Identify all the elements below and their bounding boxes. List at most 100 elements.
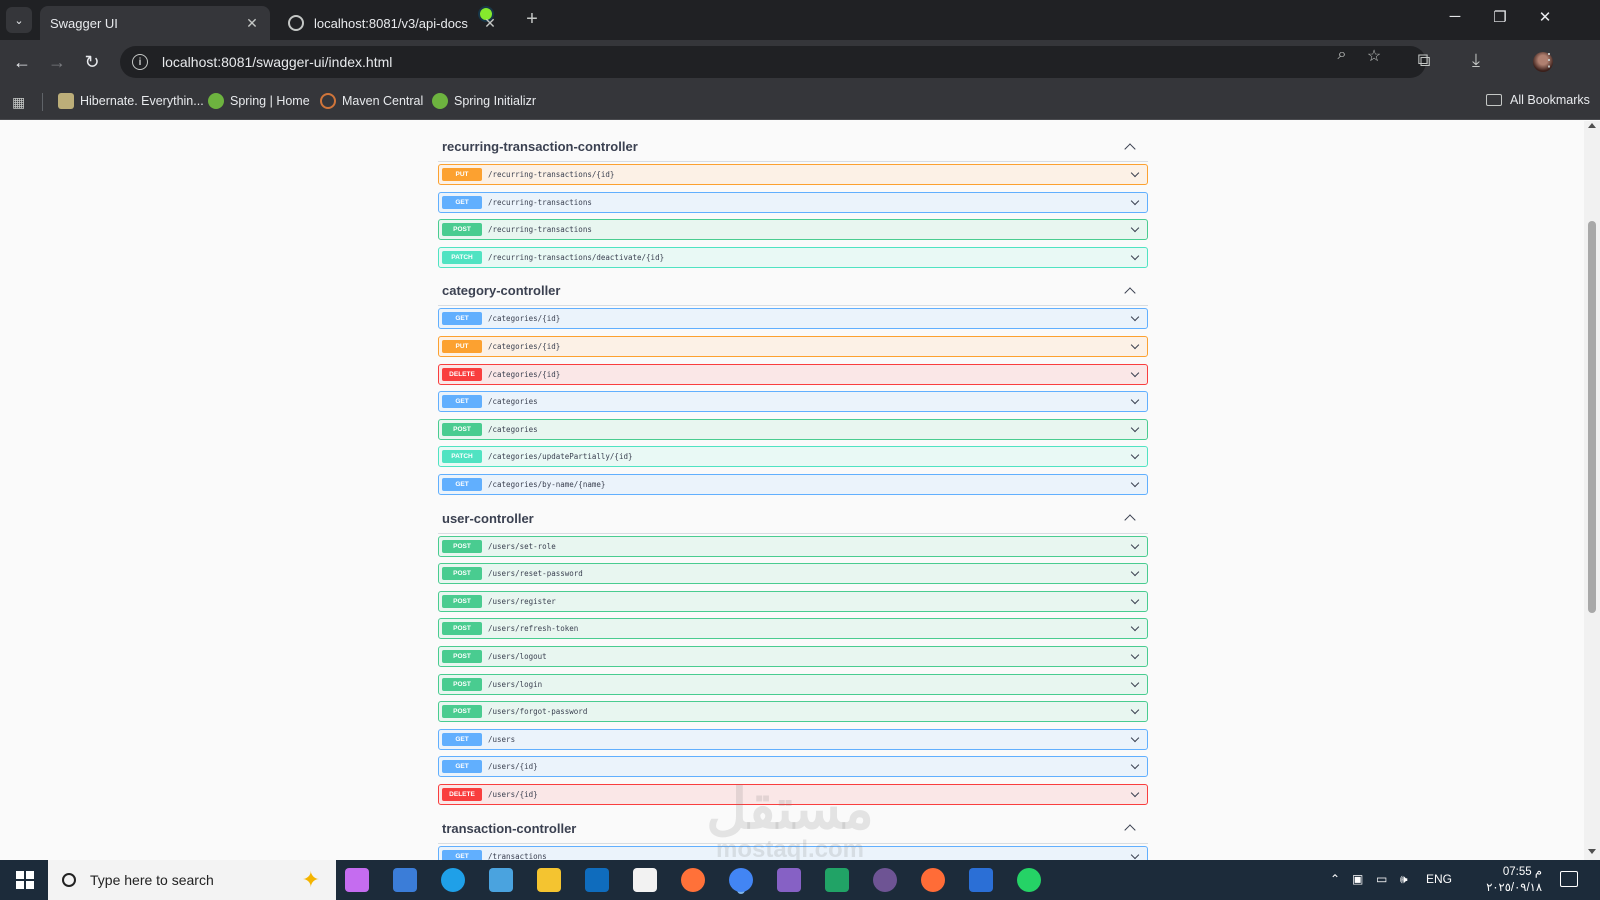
outlook-icon[interactable] [585, 868, 609, 892]
operation-row[interactable]: POST/users/set-role [438, 535, 1148, 557]
reload-icon[interactable]: ↻ [80, 50, 104, 74]
chrome-icon[interactable] [729, 868, 753, 892]
new-tab-button[interactable]: + [520, 8, 544, 32]
apps-grid-icon[interactable]: ▦ [12, 94, 25, 111]
chevron-down-icon[interactable] [1130, 196, 1140, 205]
chevron-down-icon[interactable] [1130, 168, 1140, 178]
chevron-down-icon[interactable] [1130, 850, 1140, 859]
operation-row[interactable]: POST/users/reset-password [438, 563, 1148, 585]
clock[interactable]: 07:55 م ٢٠٢٥/٠٩/١٨ [1470, 864, 1542, 896]
scroll-thumb[interactable] [1588, 221, 1596, 613]
close-window-icon[interactable]: ✕ [1530, 8, 1560, 26]
photos-icon[interactable] [489, 868, 513, 892]
back-icon[interactable]: ← [10, 50, 34, 74]
chevron-down-icon[interactable] [1130, 451, 1140, 460]
firefox-icon[interactable] [681, 868, 705, 892]
operation-row[interactable]: GET/categories/{id} [438, 308, 1148, 330]
operation-row[interactable]: PATCH/recurring-transactions/deactivate/… [438, 246, 1148, 268]
page-scrollbar[interactable] [1584, 121, 1600, 860]
forward-icon[interactable]: → [45, 50, 69, 74]
chevron-down-icon[interactable] [1130, 623, 1140, 632]
zoom-icon[interactable]: ⌕ [1332, 46, 1352, 64]
operation-row[interactable]: DELETE/categories/{id} [438, 363, 1148, 385]
extensions-icon[interactable]: ⧉ [1412, 50, 1436, 71]
operation-row[interactable]: POST/users/forgot-password [438, 701, 1148, 723]
explorer-icon[interactable] [537, 868, 561, 892]
download-icon[interactable]: ⤓ [1464, 50, 1488, 71]
chevron-down-icon[interactable] [1130, 313, 1140, 322]
bookmark-maven-central[interactable]: Maven Central [320, 93, 423, 109]
bookmark-hibernate[interactable]: Hibernate. Everythin... [58, 93, 204, 109]
restore-icon[interactable]: ❐ [1485, 8, 1515, 26]
tab-api-docs[interactable]: localhost:8081/v3/api-docs ✕ [278, 6, 508, 40]
chevron-down-icon[interactable] [1130, 395, 1140, 405]
bookmark-spring-initializr[interactable]: Spring Initializr [432, 93, 536, 109]
chevron-up-icon[interactable] [1124, 142, 1136, 155]
chevron-up-icon[interactable] [1124, 824, 1136, 836]
operation-row[interactable]: POST/users/login [438, 673, 1148, 695]
operation-row[interactable]: PUT/categories/{id} [438, 336, 1148, 357]
excel-icon[interactable] [825, 868, 849, 892]
tab-swagger-ui[interactable]: Swagger UI ✕ [40, 6, 494, 40]
chevron-down-icon[interactable] [1130, 761, 1140, 770]
tab-search-button[interactable]: ⌄ [6, 7, 32, 33]
show-hidden-icons-icon[interactable]: ⌃ [1330, 872, 1340, 886]
chevron-down-icon[interactable] [1130, 368, 1140, 377]
copilot-icon[interactable] [345, 868, 369, 892]
postman-icon[interactable] [921, 868, 945, 892]
operation-row[interactable]: GET/categories [438, 391, 1148, 413]
chevron-down-icon[interactable] [1130, 595, 1140, 605]
operation-row[interactable]: POST/users/register [438, 590, 1148, 612]
address-bar[interactable]: i localhost:8081/swagger-ui/index.html [120, 46, 1426, 78]
operation-row[interactable]: PUT/recurring-transactions/{id} [438, 164, 1148, 185]
operation-row[interactable]: GET/users [438, 728, 1148, 750]
chevron-down-icon[interactable] [1130, 340, 1140, 350]
chevron-down-icon[interactable] [1130, 678, 1140, 687]
scroll-down-icon[interactable] [1588, 849, 1596, 854]
edge-icon[interactable] [441, 868, 465, 892]
chevron-down-icon[interactable] [1130, 733, 1140, 743]
taskbar-search-box[interactable]: Type here to search ✦ [48, 860, 336, 900]
minimize-icon[interactable]: ─ [1440, 8, 1470, 25]
operation-row[interactable]: POST/users/logout [438, 646, 1148, 667]
whatsapp-icon[interactable] [1017, 868, 1041, 892]
menu-icon[interactable]: ⋮ [1537, 50, 1561, 71]
section-header[interactable]: category-controller [438, 276, 1148, 307]
scroll-up-icon[interactable] [1588, 123, 1596, 128]
chevron-up-icon[interactable] [1124, 287, 1136, 299]
operation-row[interactable]: POST/users/refresh-token [438, 618, 1148, 640]
visual-studio-icon[interactable] [777, 868, 801, 892]
notepad-icon[interactable] [633, 868, 657, 892]
volume-icon[interactable]: 🕪 [1400, 872, 1408, 887]
store-icon[interactable] [393, 868, 417, 892]
chevron-down-icon[interactable] [1130, 478, 1140, 488]
chevron-down-icon[interactable] [1130, 251, 1140, 261]
bookmark-spring-home[interactable]: Spring | Home [208, 93, 310, 109]
chevron-down-icon[interactable] [1130, 567, 1140, 577]
operation-row[interactable]: POST/recurring-transactions [438, 219, 1148, 241]
chevron-down-icon[interactable] [1130, 540, 1140, 549]
operation-row[interactable]: POST/categories [438, 418, 1148, 440]
operation-row[interactable]: GET/users/{id} [438, 756, 1148, 778]
operation-row[interactable]: GET/categories/by-name/{name} [438, 474, 1148, 495]
section-header[interactable]: recurring-transaction-controller [438, 132, 1148, 162]
network-icon[interactable]: ▭ [1376, 872, 1387, 886]
chevron-down-icon[interactable] [1130, 705, 1140, 715]
bookmark-star-icon[interactable]: ☆ [1364, 46, 1384, 66]
operation-row[interactable]: PATCH/categories/updatePartially/{id} [438, 446, 1148, 468]
notifications-icon[interactable] [1560, 871, 1578, 887]
chevron-down-icon[interactable] [1130, 650, 1140, 660]
github-icon[interactable] [873, 868, 897, 892]
site-info-icon[interactable]: i [132, 54, 148, 70]
section-header[interactable]: user-controller [438, 504, 1148, 534]
chevron-down-icon[interactable] [1130, 423, 1140, 433]
all-bookmarks[interactable]: All Bookmarks [1486, 93, 1590, 107]
camera-icon[interactable]: ▣ [1352, 872, 1363, 886]
language-indicator[interactable]: ENG [1426, 872, 1452, 886]
chevron-down-icon[interactable] [1130, 788, 1140, 798]
close-tab-icon[interactable]: ✕ [482, 15, 498, 32]
windows-start-icon[interactable] [16, 871, 34, 889]
operation-row[interactable]: GET/recurring-transactions [438, 191, 1148, 213]
chevron-up-icon[interactable] [1124, 514, 1136, 526]
close-tab-icon[interactable]: ✕ [244, 15, 260, 32]
